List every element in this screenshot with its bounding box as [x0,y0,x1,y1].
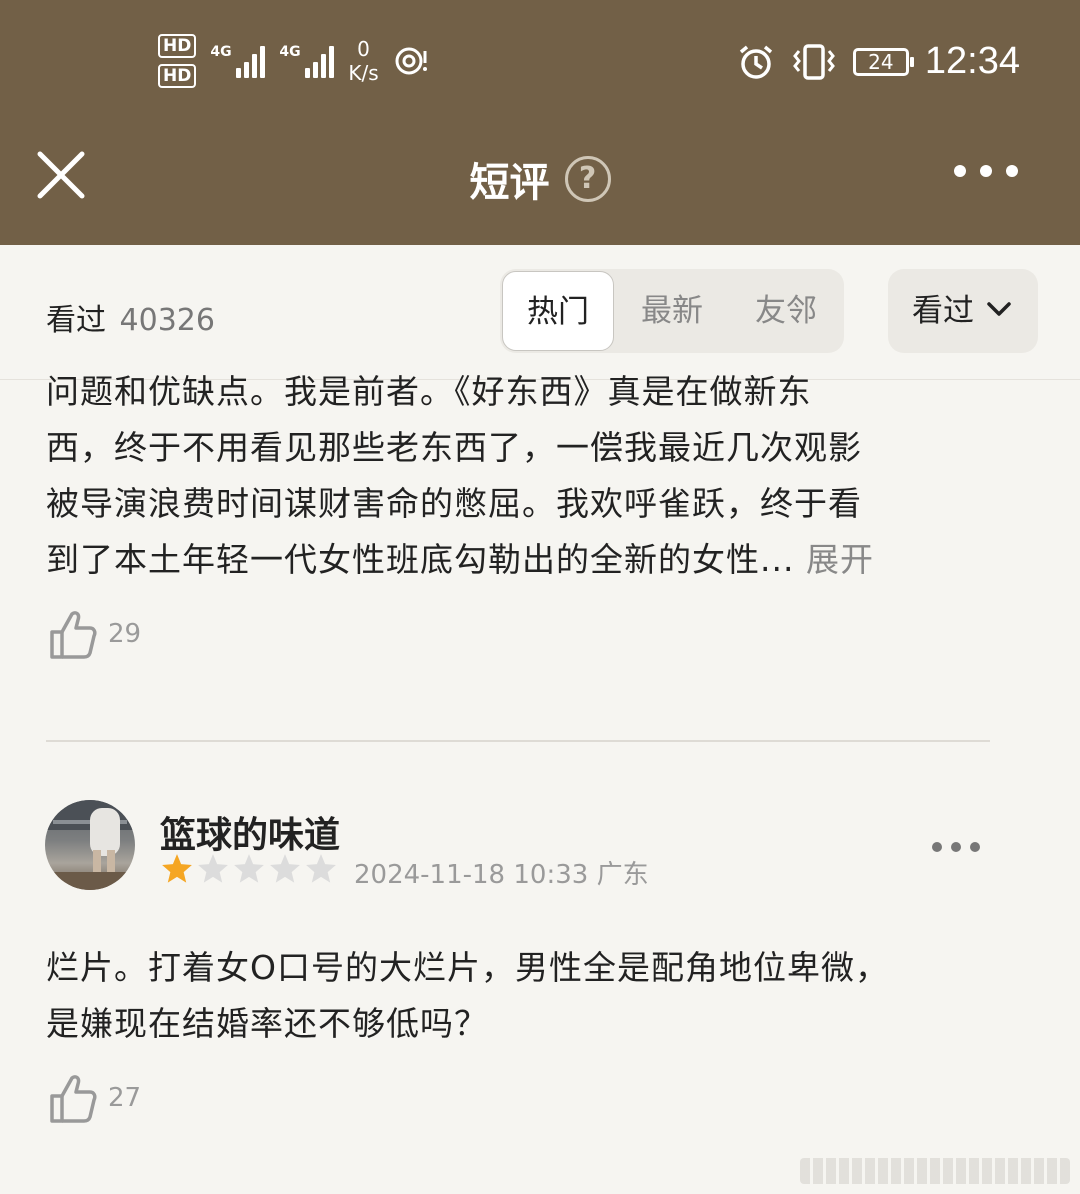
alarm-icon [739,45,773,79]
avatar[interactable] [45,800,135,890]
vibrate-icon [792,43,835,80]
tab-friends[interactable]: 友邻 [730,269,842,353]
seen-filter-label: 看过 [912,293,974,329]
review-datetime: 2024-11-18 10:33 [354,860,589,890]
review-2-like-button[interactable]: 27 [48,1072,141,1124]
watermark-strip [800,1158,1070,1184]
sim2-hd-label: HD [158,64,197,88]
net-speed-unit: K/s [348,61,379,85]
seen-count: 看过 40326 [46,295,215,339]
review-location: 广东 [596,860,649,890]
hd-icon: HD HD [158,34,197,88]
review-meta: 2024-11-18 10:33 广东 [354,854,649,891]
status-bar: HD HD 4G 4G 0 K/s 24 12:34 [0,0,1080,120]
chevron-down-icon [987,302,1011,316]
review-1-like-button[interactable]: 29 [48,608,141,660]
review-more-icon[interactable] [932,842,980,852]
star-icon [162,854,192,883]
seen-filter-dropdown[interactable]: 看过 [888,269,1038,353]
review-line-last: 到了本土年轻一代女性班底勾勒出的全新的女性... 展开 [46,532,976,588]
review-1-text: 问题和优缺点。我是前者。《好东西》真是在做新东 西，终于不用看见那些老东西了，一… [46,364,976,588]
clock: 12:34 [924,40,1020,82]
star-icon [234,854,264,883]
status-left: HD HD 4G 4G 0 K/s [158,34,429,88]
review-line: 到了本土年轻一代女性班底勾勒出的全新的女性... [46,540,795,579]
star-icon [270,854,300,883]
signal-2-label: 4G [279,44,301,60]
star-icon [306,854,336,883]
like-count: 27 [108,1083,142,1113]
sort-tabs: 热门 最新 友邻 [500,269,844,353]
help-icon[interactable]: ? [564,156,611,202]
username[interactable]: 篮球的味道 [160,806,340,858]
review-line: 被导演浪费时间谋财害命的憋屈。我欢呼雀跃，终于看 [46,484,862,523]
top-header-band: HD HD 4G 4G 0 K/s 24 12:34 短评 ? [0,0,1080,245]
net-speed: 0 K/s [348,37,378,85]
divider [46,740,990,742]
thumbs-up-icon [50,1075,97,1123]
signal-1-label: 4G [210,44,232,60]
tab-latest[interactable]: 最新 [616,269,728,353]
review-line: 是嫌现在结婚率还不够低吗？ [46,1004,488,1043]
star-icon [198,854,228,883]
seen-count-number: 40326 [119,303,215,338]
more-icon[interactable] [954,165,1018,177]
review-line: 问题和优缺点。我是前者。《好东西》真是在做新东 [46,372,812,411]
review-line: 烂片。打着女O口号的大烂片，男性全是配角地位卑微， [46,948,889,987]
page-title: 短评 [469,160,550,206]
thumbs-up-icon [50,611,97,659]
title-group: 短评 ? [0,150,1080,208]
review-2-text: 烂片。打着女O口号的大烂片，男性全是配角地位卑微， 是嫌现在结婚率还不够低吗？ [46,940,976,1052]
signal-icon: 4G [210,44,266,78]
seen-label: 看过 [46,303,106,338]
tab-hot[interactable]: 热门 [502,271,614,351]
avatar-image [45,800,135,890]
signal-icon: 4G [279,44,335,78]
like-count: 29 [108,619,142,649]
sim1-hd-label: HD [158,34,197,58]
filter-bar: 看过 40326 热门 最新 友邻 看过 [0,245,1080,380]
review-line: 西，终于不用看见那些老东西了，一偿我最近几次观影 [46,428,862,467]
expand-link[interactable]: 展开 [806,540,874,579]
status-right: 24 12:34 [737,40,1020,83]
nav-bar: 短评 ? [0,130,1080,220]
battery-icon: 24 [852,47,914,76]
net-speed-value: 0 [357,37,370,61]
nfc-icon [395,47,427,75]
star-rating [160,852,338,886]
